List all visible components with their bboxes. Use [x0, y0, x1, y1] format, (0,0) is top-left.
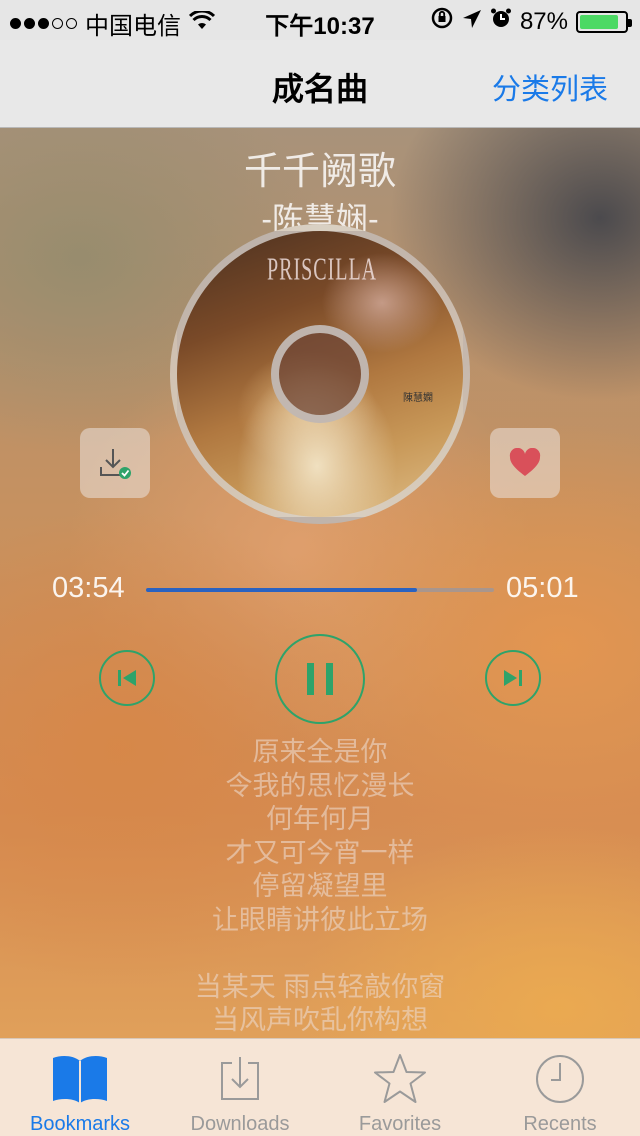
disc-center-hole	[271, 325, 369, 423]
alarm-icon	[490, 7, 512, 36]
lyric-line: 才又可今宵一样	[225, 837, 415, 868]
song-title: 千千阙歌	[243, 151, 396, 193]
progress-slider[interactable]	[146, 588, 494, 592]
heart-icon	[509, 448, 541, 476]
battery-icon	[576, 10, 632, 33]
tab-label: Bookmarks	[29, 1113, 131, 1135]
next-track-button[interactable]	[485, 650, 541, 706]
tab-bar: Bookmarks Downloads Favorites Recents	[0, 1038, 640, 1136]
download-icon	[100, 449, 131, 479]
total-time: 05:01	[506, 572, 579, 604]
location-arrow-icon	[462, 8, 482, 36]
category-list-button[interactable]: 分类列表	[492, 66, 608, 108]
rotation-lock-icon	[430, 6, 454, 37]
lyric-line: 当某天 雨点轻敲你窗	[194, 971, 446, 1002]
like-button[interactable]	[490, 428, 560, 498]
battery-percent: 87%	[519, 7, 568, 35]
pause-button[interactable]	[275, 634, 365, 724]
status-right: 87%	[430, 6, 632, 37]
cover-art-text: PRISCILLA	[267, 252, 378, 288]
downloads-icon	[208, 1049, 272, 1109]
lyric-line: 原来全是你	[252, 737, 388, 767]
tab-recents[interactable]: Recents	[480, 1039, 640, 1136]
pause-icon	[307, 663, 333, 695]
lyric-line: 停留凝望里	[252, 871, 388, 901]
album-disc: PRISCILLA 陳慧嫻	[170, 224, 470, 524]
star-icon	[368, 1049, 432, 1109]
skip-next-icon	[504, 670, 522, 686]
cover-art-caption: 陳慧嫻	[403, 393, 433, 404]
player-area: 千千阙歌 -陈慧娴- PRISCILLA 陳慧嫻 03:54 05:01 原来全…	[0, 128, 640, 1038]
lyric-line: 当风声吹乱你构想	[212, 1005, 428, 1035]
lyric-line: 何年何月	[266, 804, 374, 834]
lyric-line: 令我的思忆漫长	[225, 770, 415, 801]
tab-bookmarks[interactable]: Bookmarks	[0, 1039, 160, 1136]
tab-favorites[interactable]: Favorites	[320, 1039, 480, 1136]
status-bar: 中国电信 下午10:37 87%	[0, 0, 640, 40]
lyric-line	[0, 937, 640, 971]
lyrics-panel: 原来全是你 令我的思忆漫长 何年何月 才又可今宵一样 停留凝望里 让眼睛讲彼此立…	[0, 736, 640, 1038]
tab-label: Recents	[523, 1113, 597, 1135]
lyric-line: 让眼睛讲彼此立场	[212, 904, 428, 935]
tab-downloads[interactable]: Downloads	[160, 1039, 320, 1136]
progress-fill	[146, 588, 418, 592]
skip-previous-icon	[118, 670, 136, 686]
bookmarks-icon	[48, 1049, 112, 1109]
tab-label: Downloads	[190, 1113, 290, 1135]
previous-track-button[interactable]	[99, 650, 155, 706]
clock-icon	[528, 1049, 592, 1109]
tab-label: Favorites	[358, 1113, 442, 1135]
current-time: 03:54	[52, 572, 125, 604]
navigation-bar: 成名曲 分类列表	[0, 40, 640, 128]
download-button[interactable]	[80, 428, 150, 498]
